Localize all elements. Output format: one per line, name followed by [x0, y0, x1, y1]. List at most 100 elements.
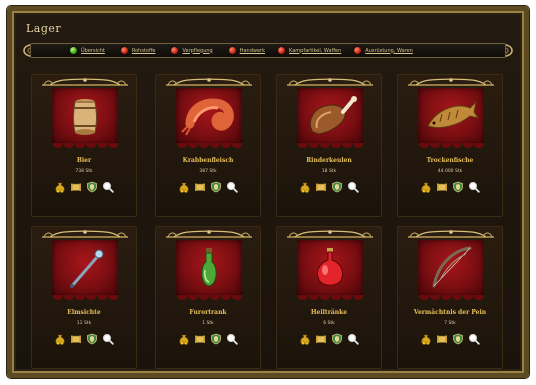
item-card-2[interactable]: Krabbenfleisch 387 Stk [155, 74, 261, 217]
item-actions [277, 181, 381, 193]
status-dot-icon [120, 47, 128, 54]
tab-label: Kampfartikel, Waffen [289, 47, 342, 54]
status-dot-icon [354, 47, 362, 54]
tab-provisions[interactable]: Verpflegung [164, 44, 213, 57]
item-quantity: 11 Stk [76, 321, 92, 326]
gold-sack-icon[interactable] [299, 333, 311, 345]
shield-crest-icon[interactable] [86, 333, 98, 345]
tab-label: Verpflegung [182, 47, 213, 54]
shield-crest-icon[interactable] [210, 181, 222, 193]
card-top-ornament-icon [166, 78, 252, 86]
magnifier-icon[interactable] [347, 181, 359, 193]
status-dot-icon [278, 47, 286, 54]
tab-crafting[interactable]: Handwerk [222, 44, 265, 57]
item-card-6[interactable]: Furortrank 1 Stk [155, 226, 261, 369]
item-card-7[interactable]: Heiltränke 6 Stk [276, 226, 382, 369]
item-name: Bier [76, 157, 92, 164]
item-quantity: 7 Stk [444, 321, 456, 326]
shield-crest-icon[interactable] [452, 333, 464, 345]
barrel-icon [73, 99, 97, 135]
window-title: Lager [26, 22, 62, 35]
scroll-icon[interactable] [315, 181, 327, 193]
item-name: Rinderkeulen [306, 157, 352, 164]
meat-leg-icon [309, 96, 357, 135]
magnifier-icon[interactable] [347, 333, 359, 345]
scroll-icon[interactable] [315, 333, 327, 345]
gold-sack-icon[interactable] [54, 181, 66, 193]
item-card-8[interactable]: Vermächtnis der Pein 7 Stk [397, 226, 503, 369]
card-top-ornament-icon [42, 230, 128, 238]
gold-sack-icon[interactable] [54, 333, 66, 345]
item-banner [418, 240, 484, 300]
card-top-ornament-icon [42, 78, 128, 86]
tab-raw-materials[interactable]: Rohstoffe [114, 44, 155, 57]
item-name: Vermächtnis der Pein [413, 309, 487, 316]
scroll-icon[interactable] [70, 333, 82, 345]
scroll-icon[interactable] [70, 181, 82, 193]
item-banner [176, 240, 242, 300]
bow-icon [432, 246, 472, 288]
shield-crest-icon[interactable] [452, 181, 464, 193]
magnifier-icon[interactable] [468, 181, 480, 193]
item-banner [52, 88, 118, 148]
magnifier-icon[interactable] [102, 181, 114, 193]
item-banner [418, 88, 484, 148]
item-card-4[interactable]: Trockenfische 44.000 Stk [397, 74, 503, 217]
item-quantity: 44.000 Stk [437, 169, 463, 174]
scroll-icon[interactable] [194, 333, 206, 345]
green-potion-icon [201, 248, 217, 287]
item-quantity: 6 Stk [323, 321, 335, 326]
item-name: Elmsichte [67, 309, 101, 316]
item-actions [156, 181, 260, 193]
item-actions [277, 333, 381, 345]
item-card-5[interactable]: Elmsichte 11 Stk [31, 226, 137, 369]
item-actions [156, 333, 260, 345]
item-actions [32, 333, 136, 345]
item-quantity: 18 Stk [321, 169, 337, 174]
tab-combat-weapons[interactable]: Kampfartikel, Waffen [271, 44, 341, 57]
dried-fish-icon [427, 100, 480, 129]
magnifier-icon[interactable] [226, 333, 238, 345]
wand-icon [70, 249, 104, 288]
item-banner [297, 240, 363, 300]
item-name: Trockenfische [426, 157, 474, 164]
gold-sack-icon[interactable] [178, 333, 190, 345]
card-top-ornament-icon [287, 230, 373, 238]
shield-crest-icon[interactable] [210, 333, 222, 345]
shield-crest-icon[interactable] [331, 181, 343, 193]
card-top-ornament-icon [408, 230, 494, 238]
status-dot-icon [70, 47, 77, 54]
status-dot-icon [228, 47, 236, 54]
tab-label: Handwerk [239, 47, 266, 54]
item-name: Furortrank [189, 309, 227, 316]
gold-sack-icon[interactable] [178, 181, 190, 193]
item-banner [52, 240, 118, 300]
gold-sack-icon[interactable] [299, 181, 311, 193]
magnifier-icon[interactable] [226, 181, 238, 193]
gold-sack-icon[interactable] [420, 181, 432, 193]
magnifier-icon[interactable] [102, 333, 114, 345]
category-tab-bar: Übersicht Rohstoffe Verpflegung Handwerk… [30, 43, 506, 58]
gold-sack-icon[interactable] [420, 333, 432, 345]
item-quantity: 1 Stk [202, 321, 214, 326]
item-actions [398, 181, 502, 193]
item-banner [297, 88, 363, 148]
item-banner [176, 88, 242, 148]
scroll-icon[interactable] [194, 181, 206, 193]
tab-label: Übersicht [81, 47, 105, 54]
shield-crest-icon[interactable] [331, 333, 343, 345]
item-card-3[interactable]: Rinderkeulen 18 Stk [276, 74, 382, 217]
card-top-ornament-icon [408, 78, 494, 86]
item-quantity: 387 Stk [199, 169, 217, 174]
scroll-icon[interactable] [436, 181, 448, 193]
tab-equipment-goods[interactable]: Ausrüstung, Waren [347, 44, 413, 57]
tab-label: Ausrüstung, Waren [365, 47, 413, 54]
magnifier-icon[interactable] [468, 333, 480, 345]
item-actions [398, 333, 502, 345]
scroll-icon[interactable] [436, 333, 448, 345]
item-card-1[interactable]: Bier 738 Stk [31, 74, 137, 217]
tab-overview[interactable]: Übersicht [63, 44, 105, 57]
item-actions [32, 181, 136, 193]
shield-crest-icon[interactable] [86, 181, 98, 193]
item-name: Heiltränke [310, 309, 348, 316]
